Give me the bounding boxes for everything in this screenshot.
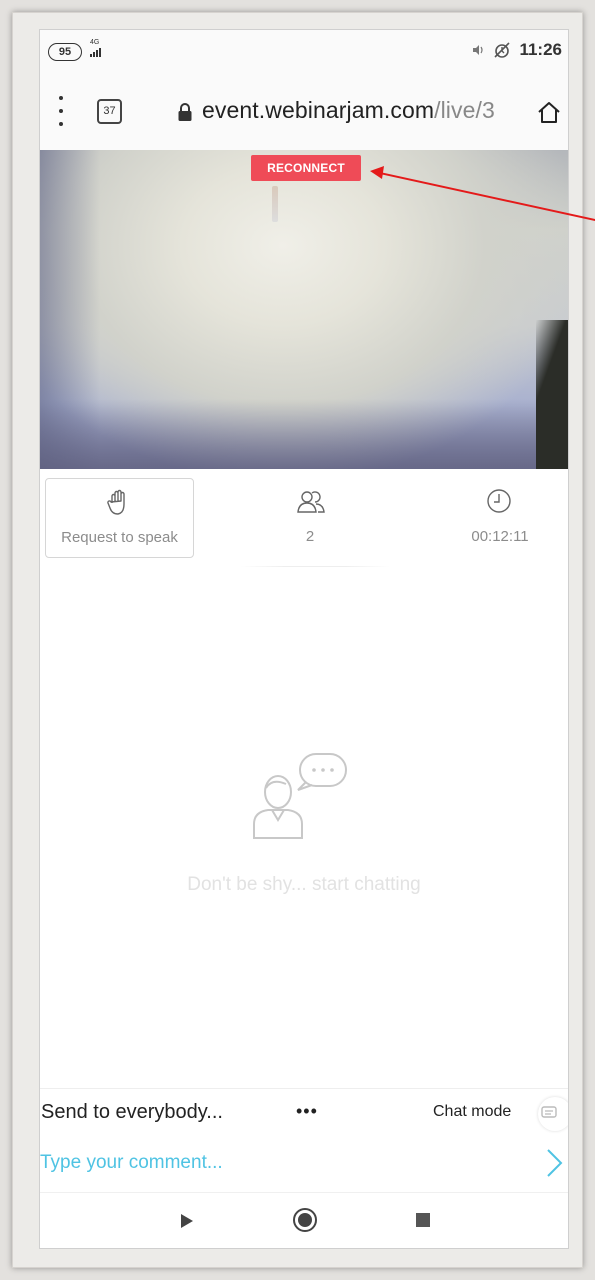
elapsed-timer: 00:12:11: [445, 478, 555, 556]
play-back-icon[interactable]: [180, 1213, 194, 1229]
address-bar[interactable]: event.webinarjam.com/live/3: [202, 97, 507, 124]
network-type: 4G: [90, 39, 100, 46]
url-host: event.webinarjam.com: [202, 97, 435, 123]
signal-bars-icon: [90, 48, 101, 57]
browser-toolbar: 37 event.webinarjam.com/live/3: [40, 72, 568, 151]
chat-mode-label[interactable]: Chat mode: [433, 1103, 511, 1121]
chat-empty-state: Don't be shy... start chatting: [40, 750, 568, 950]
elapsed-time: 00:12:11: [471, 528, 529, 545]
chat-empty-message: Don't be shy... start chatting: [187, 874, 421, 895]
chat-empty-icon: [253, 753, 347, 839]
phone-screen: 95 4G 11:26 37 event.webinarjam.com/live…: [40, 30, 568, 1248]
recipient-selector[interactable]: Send to everybody...: [41, 1101, 223, 1124]
signal-indicator: 4G: [90, 39, 101, 57]
url-path: /live/3: [434, 97, 495, 123]
attendees-count: 2: [305, 528, 315, 545]
battery-indicator: 95: [48, 43, 82, 61]
chat-options-bar: Send to everybody... ••• Chat mode: [40, 1088, 568, 1139]
comment-input[interactable]: [40, 1148, 520, 1178]
request-to-speak-button[interactable]: Request to speak: [45, 478, 194, 558]
nav-recents-icon[interactable]: [416, 1213, 430, 1227]
nav-home-icon[interactable]: [291, 1206, 319, 1234]
menu-dots-icon[interactable]: [56, 96, 66, 126]
alarm-off-icon: [494, 42, 511, 58]
chat-mode-icon[interactable]: [538, 1097, 568, 1131]
reconnect-button[interactable]: RECONNECT: [251, 155, 361, 181]
clock-icon: [487, 489, 511, 513]
request-to-speak-label: Request to speak: [61, 529, 178, 546]
home-icon[interactable]: [536, 100, 562, 124]
send-arrow-icon[interactable]: [546, 1148, 564, 1178]
raise-hand-icon: [107, 489, 125, 515]
divider: [240, 566, 390, 567]
system-navigation-bar: [40, 1192, 568, 1248]
webinar-video-stream: RECONNECT: [40, 150, 568, 469]
status-right: 11:26: [471, 40, 562, 60]
webinar-controls: Request to speak 2 00:12:11: [40, 470, 568, 570]
more-options-button[interactable]: •••: [296, 1101, 318, 1122]
attendees-icon: [297, 491, 325, 513]
attendees-indicator[interactable]: 2: [260, 478, 360, 556]
comment-bar: [40, 1142, 568, 1190]
status-bar: 95 4G 11:26: [40, 30, 568, 72]
volume-icon: [473, 45, 484, 55]
status-time: 11:26: [519, 40, 562, 59]
tab-switcher-button[interactable]: 37: [97, 99, 122, 124]
lock-icon: [178, 103, 192, 121]
